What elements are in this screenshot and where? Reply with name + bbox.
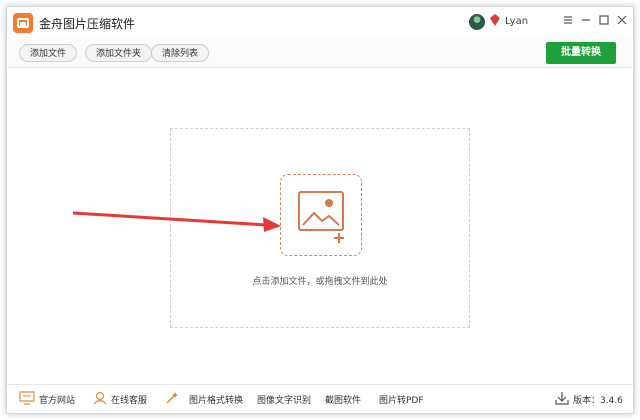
monitor-icon [19, 391, 35, 405]
toolbar: 添加文件 添加文件夹 清除列表 批量转换 [7, 37, 633, 68]
username[interactable]: Lyan [505, 16, 528, 27]
menu-icon[interactable] [561, 13, 575, 27]
vip-badge-icon [490, 14, 500, 26]
screenshot-link[interactable]: 截图软件 [325, 392, 365, 406]
support-label: 在线客服 [111, 396, 148, 406]
download-icon [555, 392, 569, 405]
add-folder-button[interactable]: 添加文件夹 [85, 44, 153, 62]
img-to-pdf-label: 图片转PDF [379, 396, 424, 406]
img-to-pdf-link[interactable]: 图片转PDF [379, 392, 429, 406]
add-image-icon [298, 191, 344, 243]
bottom-bar: 官方网站 在线客服 图片格式转换 图像文字识别 截图软件 图片转PDF 版本：3… [7, 384, 633, 413]
red-arrow-annotation [72, 211, 281, 232]
support-link[interactable]: 在线客服 [93, 391, 153, 406]
app-window: 金舟图片压缩软件 Lyan 添加文件 添加文件夹 清除列表 批量转换 点击添加文… [6, 6, 634, 414]
format-convert-link[interactable]: 图片格式转换 [165, 392, 245, 406]
clear-list-button[interactable]: 清除列表 [151, 44, 210, 62]
app-logo-icon [13, 13, 33, 33]
title-bar: 金舟图片压缩软件 Lyan [7, 7, 633, 37]
ocr-link[interactable]: 图像文字识别 [257, 392, 317, 406]
screenshot-label: 截图软件 [325, 396, 362, 406]
ocr-label: 图像文字识别 [257, 396, 312, 406]
format-convert-label: 图片格式转换 [189, 396, 244, 406]
avatar[interactable] [469, 14, 485, 30]
close-icon[interactable] [615, 13, 629, 27]
minimize-icon[interactable] [579, 13, 593, 27]
website-label: 官方网站 [39, 396, 76, 406]
app-title: 金舟图片压缩软件 [39, 17, 136, 31]
add-file-button[interactable]: 添加文件 [19, 44, 78, 62]
dropzone-hint: 点击添加文件，或拖拽文件到此处 [252, 277, 388, 287]
version-label: 版本：3.4.6 [573, 396, 623, 406]
batch-convert-button[interactable]: 批量转换 [546, 42, 616, 64]
maximize-icon[interactable] [597, 13, 611, 27]
website-link[interactable]: 官方网站 [19, 391, 79, 406]
add-image-box[interactable] [280, 174, 362, 256]
user-service-icon [93, 391, 107, 405]
wand-icon [166, 392, 178, 404]
version-info[interactable]: 版本：3.4.6 [555, 392, 625, 406]
